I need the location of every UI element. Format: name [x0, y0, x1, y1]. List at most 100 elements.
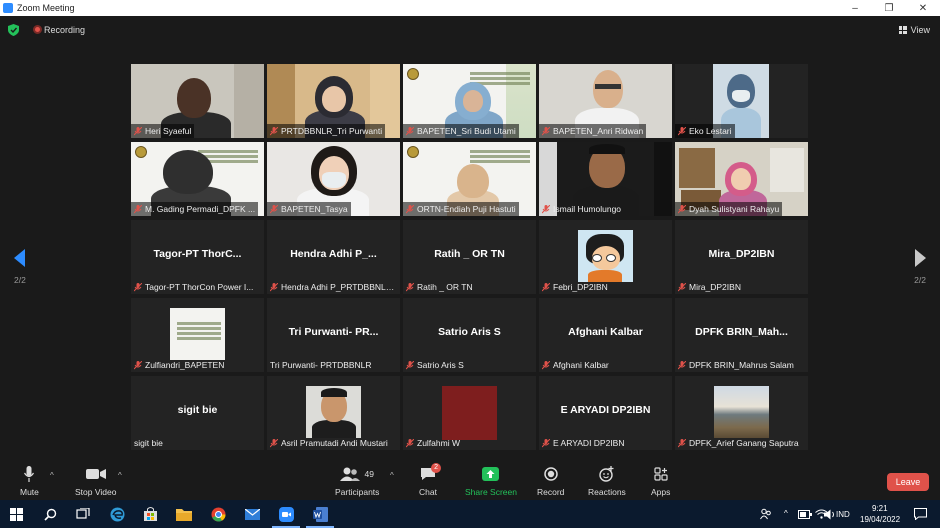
muted-mic-icon	[270, 438, 278, 447]
participant-tile[interactable]: E ARYADI DP2IBN E ARYADI DP2IBN	[539, 376, 672, 450]
participant-tile[interactable]: BAPETEN_Tasya	[267, 142, 400, 216]
participant-tile[interactable]: Febri_DP2IBN	[539, 220, 672, 294]
participants-button[interactable]: 49 Participants	[335, 465, 379, 497]
chrome-browser-icon[interactable]	[210, 506, 226, 522]
chat-unread-badge: 2	[431, 463, 441, 473]
participant-tile[interactable]: Satrio Aris S Satrio Aris S	[403, 298, 536, 372]
minimize-button[interactable]: –	[838, 0, 872, 16]
recording-label[interactable]: Recording	[44, 25, 85, 35]
participant-name-tag: BAPETEN_Anri Ridwan	[539, 124, 647, 138]
participant-tile[interactable]: BAPETEN_Sri Budi Utami	[403, 64, 536, 138]
participant-tile[interactable]: Tagor-PT ThorC... Tagor-PT ThorCon Power…	[131, 220, 264, 294]
record-button[interactable]: Record	[537, 465, 564, 497]
participant-name-tag: E ARYADI DP2IBN	[539, 436, 628, 450]
participant-name-tag: Afghani Kalbar	[539, 358, 612, 372]
mail-icon[interactable]	[244, 506, 260, 522]
share-screen-button[interactable]: Share Screen	[465, 465, 517, 497]
clock-date[interactable]: 19/04/2022	[860, 515, 900, 524]
view-label: View	[910, 25, 930, 35]
video-camera-icon	[85, 469, 106, 479]
participant-name-tag: BAPETEN_Tasya	[267, 202, 351, 216]
participant-tile[interactable]: DPFK BRIN_Mah... DPFK BRIN_Mahrus Salam	[675, 298, 808, 372]
muted-mic-icon	[678, 204, 686, 213]
page-indicator-right: 2/2	[914, 275, 926, 285]
search-icon[interactable]	[42, 506, 58, 522]
participant-display-name: Ratih _ OR TN	[434, 248, 505, 260]
word-icon[interactable]	[306, 506, 334, 528]
participant-tile[interactable]: PRTDBBNLR_Tri Purwanti	[267, 64, 400, 138]
encryption-shield-icon[interactable]	[8, 24, 19, 36]
microsoft-store-icon[interactable]	[142, 506, 158, 522]
tray-overflow-caret-icon[interactable]: ^	[784, 509, 788, 518]
zoom-meeting-window: Zoom Meeting – ❐ ✕ Recording View 2/2 2/…	[0, 0, 940, 528]
audio-options-caret-icon[interactable]: ^	[50, 471, 54, 480]
participant-display-name: Satrio Aris S	[438, 326, 501, 338]
mute-button[interactable]: Mute	[20, 465, 39, 497]
participant-name: Zulfiandri_BAPETEN	[145, 360, 225, 370]
participant-tile[interactable]: BAPETEN_Anri Ridwan	[539, 64, 672, 138]
participant-name: Ismail Humolungo	[553, 204, 622, 214]
participant-tile[interactable]: Ismail Humolungo	[539, 142, 672, 216]
muted-mic-icon	[134, 126, 142, 135]
participant-name: BAPETEN_Sri Budi Utami	[417, 126, 516, 136]
muted-mic-icon	[406, 126, 414, 135]
people-icon[interactable]	[758, 506, 774, 522]
muted-mic-icon	[406, 438, 414, 447]
participant-tile[interactable]: Zulfiandri_BAPETEN	[131, 298, 264, 372]
chat-button[interactable]: 2 Chat	[419, 463, 441, 497]
participant-tile[interactable]: Afghani Kalbar Afghani Kalbar	[539, 298, 672, 372]
participant-name: Afghani Kalbar	[553, 360, 609, 370]
next-page-arrow-icon[interactable]	[915, 249, 926, 267]
title-bar: Zoom Meeting – ❐ ✕	[0, 0, 940, 16]
zoom-taskbar-icon[interactable]	[272, 506, 300, 528]
input-language-indicator[interactable]: IND	[836, 510, 850, 519]
participant-name: Heri Syaeful	[145, 126, 192, 136]
muted-mic-icon	[542, 126, 550, 135]
reactions-button[interactable]: Reactions	[588, 465, 626, 497]
view-button[interactable]: View	[898, 25, 930, 35]
edge-browser-icon[interactable]	[109, 506, 125, 522]
participant-name-tag: Asril Pramutadi Andi Mustari	[267, 436, 391, 450]
clock-time[interactable]: 9:21	[872, 504, 888, 513]
previous-page-arrow-icon[interactable]	[14, 249, 25, 267]
participant-tile[interactable]: sigit bie sigit bie	[131, 376, 264, 450]
participant-tile[interactable]: Ratih _ OR TN Ratih _ OR TN	[403, 220, 536, 294]
muted-mic-icon	[134, 360, 142, 369]
video-options-caret-icon[interactable]: ^	[118, 471, 122, 480]
muted-mic-icon	[270, 126, 278, 135]
restore-button[interactable]: ❐	[872, 0, 906, 16]
notifications-icon[interactable]	[912, 506, 928, 522]
muted-mic-icon	[406, 204, 414, 213]
participant-name: M. Gading Permadi_DPFK ...	[145, 204, 256, 214]
participant-tile[interactable]: M. Gading Permadi_DPFK ...	[131, 142, 264, 216]
participant-tile[interactable]: Hendra Adhi P_... Hendra Adhi P_PRTDBBNL…	[267, 220, 400, 294]
participant-name: Tagor-PT ThorCon Power I...	[145, 282, 254, 292]
participant-name: Eko Lestari	[689, 126, 732, 136]
leave-button[interactable]: Leave	[887, 473, 929, 491]
muted-mic-icon	[678, 126, 686, 135]
file-explorer-icon[interactable]	[176, 506, 192, 522]
participant-tile[interactable]: Heri Syaeful	[131, 64, 264, 138]
participant-display-name: Hendra Adhi P_...	[290, 248, 377, 260]
participant-name-tag: Zulfahmi W	[403, 436, 463, 450]
battery-icon[interactable]	[797, 506, 813, 522]
page-indicator-left: 2/2	[14, 275, 26, 285]
record-icon	[543, 467, 558, 481]
windows-start-icon[interactable]	[8, 506, 24, 522]
participant-tile[interactable]: Mira_DP2IBN Mira_DP2IBN	[675, 220, 808, 294]
participant-tile[interactable]: Asril Pramutadi Andi Mustari	[267, 376, 400, 450]
participant-tile[interactable]: Zulfahmi W	[403, 376, 536, 450]
apps-button[interactable]: Apps	[651, 465, 670, 497]
participant-tile[interactable]: DPFK_Arief Ganang Saputra	[675, 376, 808, 450]
task-view-icon[interactable]	[75, 506, 91, 522]
participant-name: Zulfahmi W	[417, 438, 460, 448]
participant-tile[interactable]: ORTN-Endiah Puji Hastuti	[403, 142, 536, 216]
participant-tile[interactable]: Dyah Sulistyani Rahayu	[675, 142, 808, 216]
participant-name-tag: DPFK BRIN_Mahrus Salam	[675, 358, 797, 372]
participant-tile[interactable]: Tri Purwanti- PR... Tri Purwanti- PRTDBB…	[267, 298, 400, 372]
participants-options-caret-icon[interactable]: ^	[390, 471, 394, 480]
microphone-icon	[24, 466, 35, 482]
stop-video-button[interactable]: Stop Video	[75, 465, 116, 497]
participant-tile[interactable]: Eko Lestari	[675, 64, 808, 138]
close-button[interactable]: ✕	[906, 0, 940, 16]
